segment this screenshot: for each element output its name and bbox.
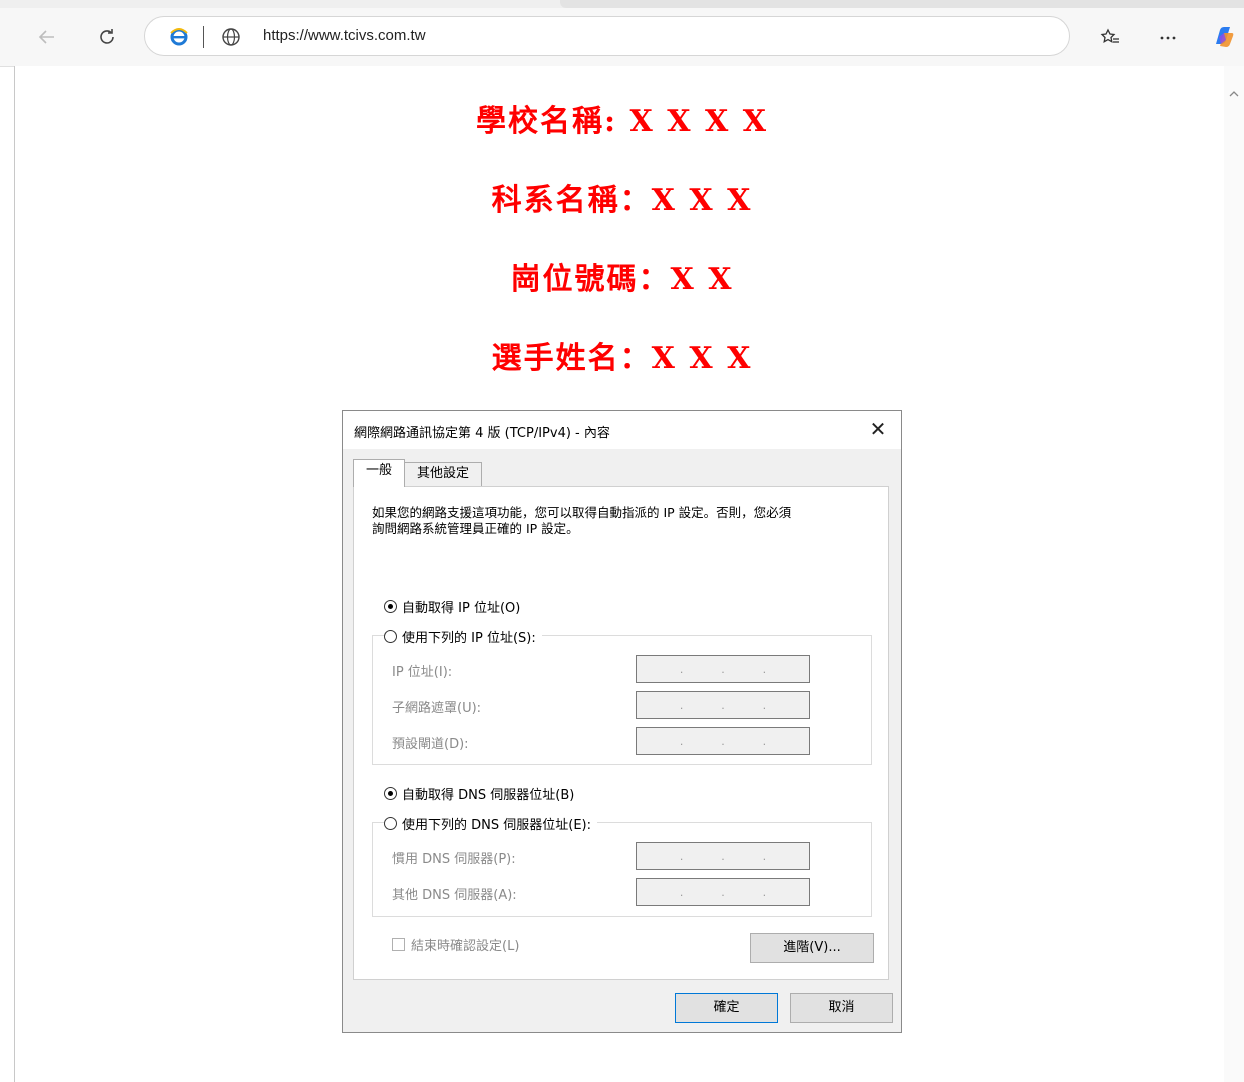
dialog-titlebar: 網際網路通訊協定第 4 版 (TCP/IPv4) - 內容 ✕ bbox=[343, 411, 901, 449]
ip-dot: . bbox=[679, 734, 684, 748]
ip-dot: . bbox=[762, 662, 767, 676]
ip-dot: . bbox=[721, 849, 725, 863]
ip-dot: . bbox=[679, 698, 684, 712]
radio-auto-ip[interactable]: 自動取得 IP 位址(O) bbox=[384, 597, 520, 616]
address-separator bbox=[203, 26, 204, 48]
default-gateway-label: 預設閘道(D): bbox=[392, 737, 469, 752]
subnet-mask-input[interactable]: ... bbox=[636, 691, 810, 719]
close-icon[interactable]: ✕ bbox=[865, 417, 891, 441]
preferred-dns-label: 慣用 DNS 伺服器(P): bbox=[392, 852, 516, 867]
ip-dot: . bbox=[762, 698, 767, 712]
description-text: 如果您的網路支援這項功能，您可以取得自動指派的 IP 設定。否則，您必須 詢問網… bbox=[372, 505, 872, 537]
player-name-heading: 選手姓名：X X X bbox=[491, 341, 753, 376]
description-line: 如果您的網路支援這項功能，您可以取得自動指派的 IP 設定。否則，您必須 bbox=[372, 505, 792, 520]
favorites-button[interactable] bbox=[1098, 24, 1122, 50]
refresh-button[interactable] bbox=[94, 24, 120, 50]
ip-dot: . bbox=[721, 698, 725, 712]
favorites-icon bbox=[1100, 28, 1119, 43]
checkbox-box bbox=[392, 938, 405, 951]
advanced-button[interactable]: 進階(V)... bbox=[750, 933, 874, 963]
ip-dot: . bbox=[721, 662, 725, 676]
ok-button[interactable]: 確定 bbox=[675, 993, 778, 1023]
copilot-button[interactable] bbox=[1208, 24, 1238, 50]
cancel-button[interactable]: 取消 bbox=[790, 993, 893, 1023]
arrow-left-icon bbox=[38, 30, 54, 44]
school-name-heading: 學校名稱: X X X X bbox=[476, 104, 768, 139]
radio-checked-icon bbox=[384, 600, 397, 613]
back-button[interactable] bbox=[34, 24, 60, 50]
radio-unchecked-icon bbox=[384, 817, 397, 830]
address-bar[interactable]: https://www.tcivs.com.tw bbox=[144, 16, 1070, 56]
radio-manual-ip[interactable]: 使用下列的 IP 位址(S): bbox=[384, 627, 542, 646]
radio-unchecked-icon bbox=[384, 630, 397, 643]
tab-general[interactable]: 一般 bbox=[353, 459, 405, 487]
ip-dot: . bbox=[762, 885, 767, 899]
general-tab-panel: 如果您的網路支援這項功能，您可以取得自動指派的 IP 設定。否則，您必須 詢問網… bbox=[353, 486, 889, 980]
ip-dot: . bbox=[762, 849, 767, 863]
tcpip-properties-dialog: 網際網路通訊協定第 4 版 (TCP/IPv4) - 內容 ✕ 一般 其他設定 … bbox=[342, 410, 902, 1033]
ip-dot: . bbox=[721, 885, 725, 899]
description-line: 詢問網路系統管理員正確的 IP 設定。 bbox=[372, 521, 579, 536]
validate-on-exit-checkbox[interactable]: 結束時確認設定(L) bbox=[392, 935, 519, 954]
preferred-dns-input[interactable]: ... bbox=[636, 842, 810, 870]
url-text: https://www.tcivs.com.tw bbox=[263, 27, 426, 44]
browser-toolbar: https://www.tcivs.com.tw bbox=[0, 0, 1244, 67]
validate-on-exit-label: 結束時確認設定(L) bbox=[411, 939, 520, 954]
ip-dot: . bbox=[679, 885, 684, 899]
radio-auto-ip-label: 自動取得 IP 位址(O) bbox=[402, 601, 521, 616]
department-name-heading: 科系名稱：X X X bbox=[491, 183, 753, 218]
more-button[interactable] bbox=[1156, 24, 1180, 50]
more-icon bbox=[1160, 36, 1176, 40]
subnet-mask-label: 子網路遮罩(U): bbox=[392, 701, 482, 716]
radio-manual-dns-label: 使用下列的 DNS 伺服器位址(E): bbox=[402, 818, 591, 833]
ip-dot: . bbox=[762, 734, 767, 748]
refresh-icon bbox=[100, 29, 114, 44]
tab-alternate-config[interactable]: 其他設定 bbox=[405, 462, 482, 486]
tab-strip bbox=[0, 0, 1244, 8]
station-number-heading: 崗位號碼：X X bbox=[510, 262, 734, 297]
ip-dot: . bbox=[679, 849, 684, 863]
tab-strip-shape bbox=[560, 0, 1244, 8]
ip-dot: . bbox=[721, 734, 725, 748]
default-gateway-input[interactable]: ... bbox=[636, 727, 810, 755]
copilot-icon bbox=[1216, 27, 1234, 47]
radio-manual-dns[interactable]: 使用下列的 DNS 伺服器位址(E): bbox=[384, 814, 597, 833]
ip-address-label: IP 位址(I): bbox=[392, 665, 453, 680]
radio-auto-dns[interactable]: 自動取得 DNS 伺服器位址(B) bbox=[384, 784, 574, 803]
globe-icon bbox=[222, 28, 240, 46]
alternate-dns-input[interactable]: ... bbox=[636, 878, 810, 906]
radio-checked-icon bbox=[384, 787, 397, 800]
dialog-title: 網際網路通訊協定第 4 版 (TCP/IPv4) - 內容 bbox=[354, 426, 610, 441]
alternate-dns-label: 其他 DNS 伺服器(A): bbox=[392, 888, 517, 903]
ip-dot: . bbox=[679, 662, 684, 676]
radio-manual-ip-label: 使用下列的 IP 位址(S): bbox=[402, 631, 536, 646]
radio-auto-dns-label: 自動取得 DNS 伺服器位址(B) bbox=[402, 788, 575, 803]
ie-icon bbox=[170, 28, 188, 46]
ip-address-input[interactable]: ... bbox=[636, 655, 810, 683]
